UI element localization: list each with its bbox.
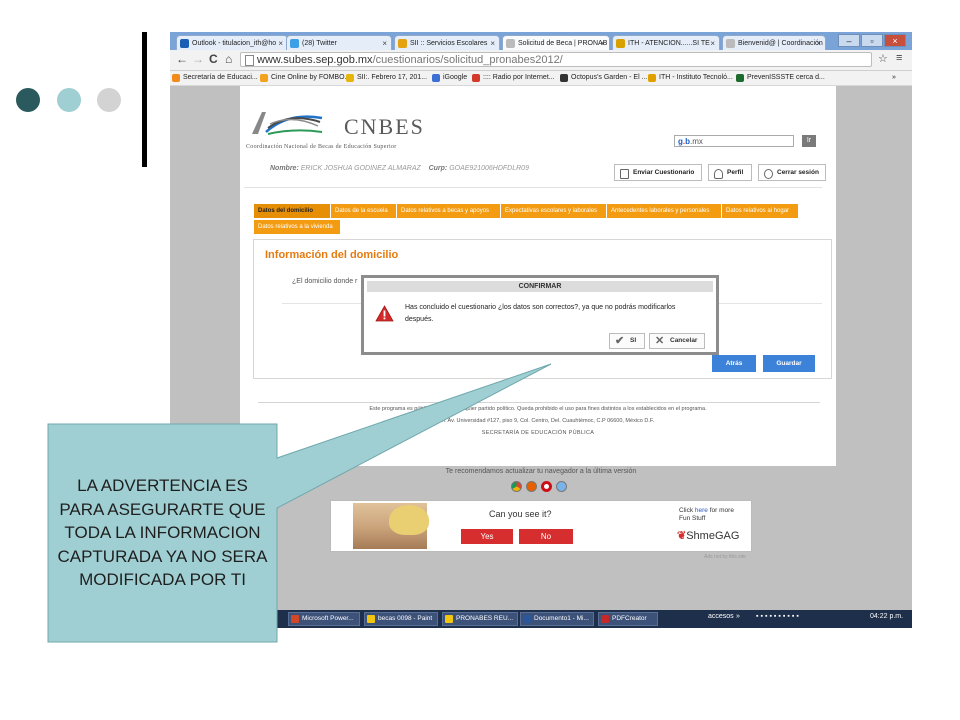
callout-text: LA ADVERTENCIA ES PARA ASEGURARTE QUE TO… [57, 476, 268, 590]
